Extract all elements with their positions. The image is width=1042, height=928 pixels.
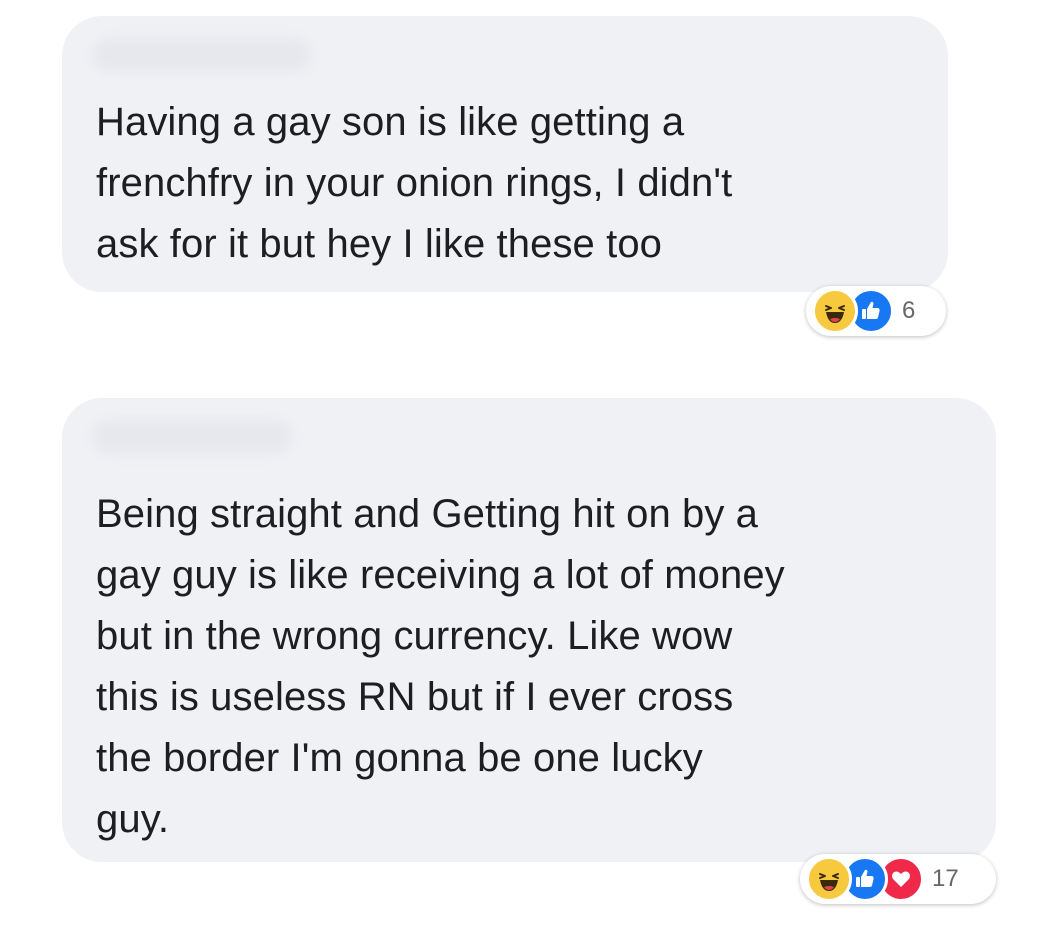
reactions-summary[interactable]: 6 — [806, 286, 946, 336]
reactions-summary[interactable]: 17 — [800, 854, 996, 904]
haha-icon — [806, 856, 852, 902]
comment-bubble[interactable]: Being straight and Getting hit on by a g… — [62, 398, 996, 862]
author-name-redacted — [92, 38, 312, 72]
comment-bubble[interactable]: Having a gay son is like getting a frenc… — [62, 16, 948, 292]
haha-icon — [812, 288, 858, 334]
reaction-count: 17 — [932, 865, 959, 892]
comment-text: Having a gay son is like getting a frenc… — [96, 100, 733, 266]
author-name-redacted — [92, 420, 292, 454]
reaction-count: 6 — [902, 297, 916, 324]
comment-text: Being straight and Getting hit on by a g… — [96, 492, 785, 841]
